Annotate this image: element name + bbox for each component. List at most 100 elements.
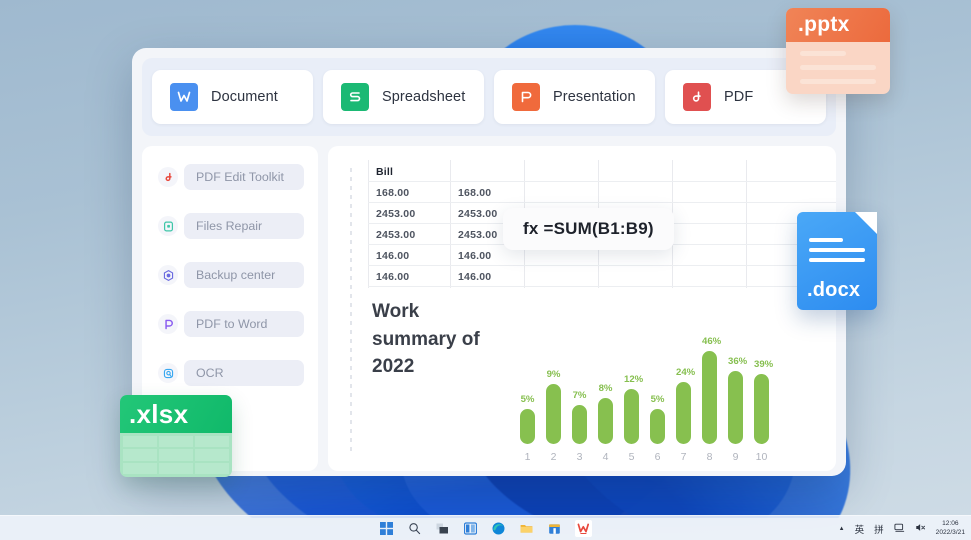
ocr-icon: [158, 363, 178, 383]
sheet-cell: 146.00: [376, 271, 410, 283]
bar: [754, 374, 769, 444]
clock-time: 12:06: [942, 520, 959, 528]
bar-column: 46% 8: [702, 336, 722, 463]
pdf-icon: [683, 83, 711, 111]
sidebar-item-pdf-edit-toolkit[interactable]: PDF Edit Toolkit: [142, 164, 318, 190]
bar-category-label: 8: [706, 451, 713, 463]
bar: [572, 405, 587, 444]
ime-pinyin-indicator[interactable]: 拼: [874, 522, 884, 536]
sidebar-item-files-repair[interactable]: Files Repair: [142, 213, 318, 239]
widgets-icon[interactable]: [463, 521, 478, 536]
formula-bar-tooltip: fx =SUM(B1:B9): [503, 208, 674, 250]
bar-column: 39% 10: [754, 359, 773, 463]
sidebar-item-label: PDF to Word: [196, 317, 268, 331]
sheet-cell: 2453.00: [458, 229, 498, 241]
sidebar-item-label: Backup center: [196, 268, 276, 282]
sheet-cell: Bill: [376, 166, 394, 178]
bar: [650, 409, 665, 444]
docx-line: [809, 238, 843, 242]
edge-browser-icon[interactable]: [491, 521, 506, 536]
files-repair-icon: [158, 216, 178, 236]
ruler-dotted-rail: [350, 168, 352, 453]
bar-value-label: 46%: [702, 336, 722, 347]
bar-category-label: 10: [755, 451, 768, 463]
bar-value-label: 12%: [624, 374, 644, 385]
tab-label: Document: [211, 89, 278, 105]
bar-category-label: 1: [524, 451, 531, 463]
bar: [702, 351, 717, 444]
bar-category-label: 4: [602, 451, 609, 463]
chart-title: Work summary of 2022: [372, 301, 480, 378]
bar: [624, 389, 639, 444]
taskbar-icon-group: [379, 519, 592, 537]
xlsx-file-card: .xlsx: [120, 395, 232, 477]
pdf-toolkit-icon: [158, 167, 178, 187]
bar-column: 9% 2: [546, 369, 561, 463]
bar: [728, 371, 743, 444]
sheet-cell: 168.00: [376, 187, 410, 199]
bar-value-label: 24%: [676, 367, 696, 378]
wps-office-icon[interactable]: [575, 519, 592, 537]
bar: [598, 398, 613, 444]
bar-column: 24% 7: [676, 367, 696, 463]
tab-label: Spreadsheet: [382, 89, 466, 105]
bar-column: 5% 1: [520, 394, 535, 463]
sidebar-item-label: OCR: [196, 366, 224, 380]
file-explorer-icon[interactable]: [519, 521, 534, 536]
pptx-line: [800, 79, 876, 84]
sidebar-item-ocr[interactable]: OCR: [142, 360, 318, 386]
bar: [676, 382, 691, 444]
bar-category-label: 5: [628, 451, 635, 463]
work-summary-chart: Work summary of 2022 5% 1 9% 2 7% 3 8% 4…: [368, 294, 826, 463]
sidebar-item-backup-center[interactable]: Backup center: [142, 262, 318, 288]
bar-column: 36% 9: [728, 356, 747, 463]
bar-column: 5% 6: [650, 394, 665, 463]
system-tray: ▲ 英 拼 12:06 2022/3/21: [839, 516, 965, 540]
tab-label: Presentation: [553, 89, 636, 105]
volume-mute-icon[interactable]: [915, 522, 926, 535]
xlsx-file-label: .xlsx: [120, 395, 232, 433]
task-view-icon[interactable]: [435, 521, 450, 536]
bar-value-label: 7%: [572, 390, 587, 401]
docx-line: [809, 258, 865, 262]
microsoft-store-icon[interactable]: [547, 521, 562, 536]
app-body: PDF Edit Toolkit Files Repair Backup cen…: [142, 146, 836, 471]
bar-value-label: 8%: [598, 383, 613, 394]
bar-column: 7% 3: [572, 390, 587, 463]
backup-center-icon: [158, 265, 178, 285]
docx-file-label: .docx: [807, 279, 861, 301]
windows-start-icon[interactable]: [379, 521, 394, 536]
document-canvas: Bill 168.00 168.00 2453.00 2453.00 2453.…: [328, 146, 836, 471]
pptx-file-label: .pptx: [786, 8, 890, 42]
clock[interactable]: 12:06 2022/3/21: [936, 520, 965, 536]
pptx-line: [800, 51, 846, 56]
windows-taskbar: ▲ 英 拼 12:06 2022/3/21: [0, 515, 971, 540]
sidebar-pill: OCR: [184, 360, 304, 386]
tray-chevron-icon[interactable]: ▲: [839, 526, 845, 532]
bar-category-label: 2: [550, 451, 557, 463]
bar-column: 8% 4: [598, 383, 613, 463]
ime-mode-indicator[interactable]: 英: [855, 522, 865, 536]
sidebar-pill: Backup center: [184, 262, 304, 288]
tab-spreadsheet[interactable]: Spreadsheet: [323, 70, 484, 124]
bar-value-label: 5%: [650, 394, 665, 405]
sheet-cell: 2453.00: [458, 208, 498, 220]
sheet-cell: 168.00: [458, 187, 492, 199]
bar-category-label: 6: [654, 451, 661, 463]
network-icon[interactable]: [894, 522, 905, 535]
sheet-cell: 2453.00: [376, 229, 416, 241]
bar-category-label: 3: [576, 451, 583, 463]
tab-presentation[interactable]: Presentation: [494, 70, 655, 124]
tab-label: PDF: [724, 89, 754, 105]
pptx-file-card: .pptx: [786, 8, 890, 94]
tab-document[interactable]: Document: [152, 70, 313, 124]
sheet-cell: 146.00: [458, 271, 492, 283]
search-icon[interactable]: [407, 521, 422, 536]
sidebar-item-pdf-to-word[interactable]: PDF to Word: [142, 311, 318, 337]
bar: [520, 409, 535, 444]
bar-category-label: 9: [732, 451, 739, 463]
chart-bars: 5% 1 9% 2 7% 3 8% 4 12% 5 5% 6 24% 7 46%…: [520, 294, 790, 463]
sidebar-item-label: Files Repair: [196, 219, 263, 233]
office-app-window: Document Spreadsheet Presentation PDF PD…: [132, 48, 846, 476]
bar-value-label: 9%: [546, 369, 561, 380]
